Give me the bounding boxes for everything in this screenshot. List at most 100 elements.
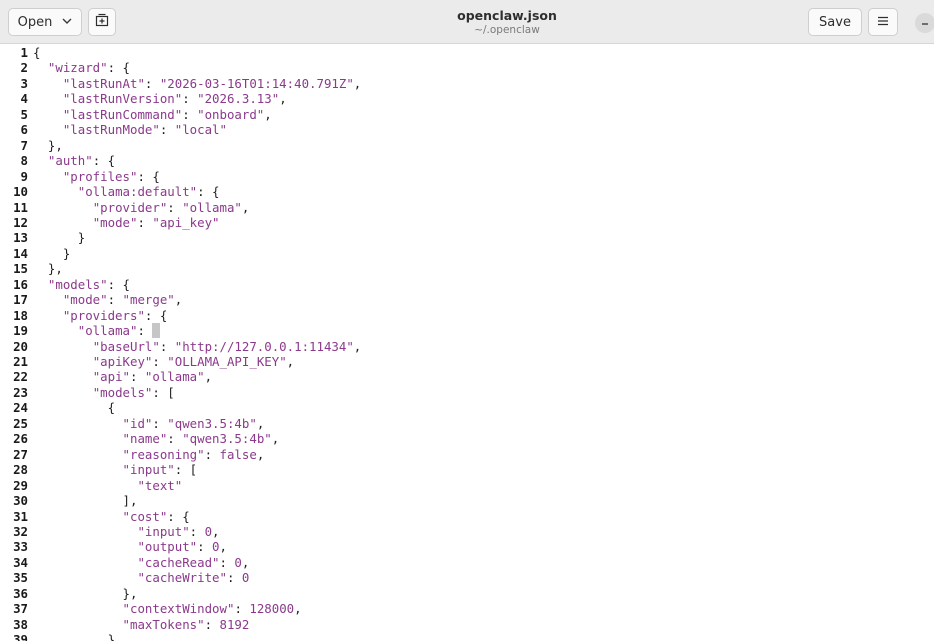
code-line[interactable]: 30 ],	[0, 493, 934, 508]
code-token: :	[137, 214, 153, 230]
code-line[interactable]: 39 }	[0, 632, 934, 641]
new-tab-button[interactable]	[88, 8, 116, 36]
code-line[interactable]: 37 "contextWindow": 128000,	[0, 601, 934, 616]
code-text: "ollama": {	[33, 323, 160, 339]
code-line[interactable]: 8 "auth": {	[0, 153, 934, 168]
code-token: :	[204, 616, 220, 632]
code-text: {	[33, 45, 40, 60]
code-line[interactable]: 25 "id": "qwen3.5:4b",	[0, 416, 934, 431]
code-line[interactable]: 38 "maxTokens": 8192	[0, 617, 934, 632]
code-line[interactable]: 16 "models": {	[0, 277, 934, 292]
code-text: "cacheWrite": 0	[33, 570, 249, 585]
code-line[interactable]: 4 "lastRunVersion": "2026.3.13",	[0, 91, 934, 106]
code-line[interactable]: 29 "text"	[0, 478, 934, 493]
code-token: ,	[353, 338, 362, 354]
code-line[interactable]: 5 "lastRunCommand": "onboard",	[0, 107, 934, 122]
code-token: "mode"	[92, 214, 138, 230]
code-text: "input": [	[33, 462, 198, 477]
code-line[interactable]: 23 "models": [	[0, 385, 934, 400]
code-line[interactable]: 24 {	[0, 400, 934, 415]
open-button[interactable]: Open	[8, 8, 82, 36]
code-token: "lastRunAt"	[62, 75, 145, 91]
code-text: "cacheRead": 0,	[33, 555, 249, 570]
code-line[interactable]: 11 "provider": "ollama",	[0, 200, 934, 215]
code-token: "models"	[47, 276, 108, 292]
code-text: },	[33, 586, 138, 601]
code-line[interactable]: 15 },	[0, 261, 934, 276]
code-line[interactable]: 19 "ollama": {	[0, 323, 934, 339]
minimize-icon	[920, 17, 930, 30]
code-line[interactable]: 22 "api": "ollama",	[0, 369, 934, 384]
code-line[interactable]: 33 "output": 0,	[0, 539, 934, 554]
line-number: 1	[20, 45, 28, 60]
code-line[interactable]: 31 "cost": {	[0, 509, 934, 524]
line-number: 9	[20, 168, 28, 184]
code-line[interactable]: 3 "lastRunAt": "2026-03-16T01:14:40.791Z…	[0, 76, 934, 91]
code-token: : {	[107, 276, 130, 292]
code-token: "2026-03-16T01:14:40.791Z"	[159, 75, 354, 91]
code-line[interactable]: 7 },	[0, 138, 934, 153]
code-token: ,	[174, 292, 183, 308]
line-number: 31	[13, 508, 28, 524]
code-token: :	[130, 369, 145, 385]
code-token: :	[167, 199, 183, 215]
line-number: 17	[13, 292, 28, 308]
line-number: 29	[13, 477, 28, 493]
code-token: :	[226, 570, 242, 586]
code-line[interactable]: 9 "profiles": {	[0, 169, 934, 184]
line-number: 5	[20, 106, 28, 122]
minimize-button[interactable]	[915, 13, 934, 33]
line-number: 14	[13, 245, 28, 261]
save-button[interactable]: Save	[808, 8, 862, 36]
line-number: 10	[13, 184, 28, 200]
code-line[interactable]: 34 "cacheRead": 0,	[0, 555, 934, 570]
code-line[interactable]: 12 "mode": "api_key"	[0, 215, 934, 230]
main-menu-button[interactable]	[868, 8, 898, 36]
code-line[interactable]: 26 "name": "qwen3.5:4b",	[0, 431, 934, 446]
code-token: :	[144, 75, 160, 91]
code-token: ],	[33, 493, 138, 509]
code-line[interactable]: 35 "cacheWrite": 0	[0, 570, 934, 585]
code-text: "text"	[33, 478, 182, 493]
code-token: :	[189, 523, 205, 539]
code-line[interactable]: 13 }	[0, 230, 934, 245]
code-token: "maxTokens"	[122, 616, 205, 632]
code-token: "models"	[92, 384, 153, 400]
code-token: ,	[279, 91, 287, 107]
code-token: "cost"	[122, 508, 168, 524]
line-number: 28	[13, 462, 28, 478]
code-line[interactable]: 36 },	[0, 586, 934, 601]
code-line[interactable]: 1{	[0, 45, 934, 60]
code-line[interactable]: 32 "input": 0,	[0, 524, 934, 539]
code-line[interactable]: 6 "lastRunMode": "local"	[0, 122, 934, 137]
code-token: : {	[137, 168, 160, 184]
code-line[interactable]: 28 "input": [	[0, 462, 934, 477]
code-line[interactable]: 18 "providers": {	[0, 308, 934, 323]
code-line[interactable]: 21 "apiKey": "OLLAMA_API_KEY",	[0, 354, 934, 369]
code-token: : {	[144, 307, 168, 323]
code-line[interactable]: 2 "wizard": {	[0, 60, 934, 75]
code-token: "ollama:default"	[77, 184, 198, 200]
code-token: ,	[353, 75, 362, 91]
code-line[interactable]: 10 "ollama:default": {	[0, 184, 934, 199]
code-line[interactable]: 27 "reasoning": false,	[0, 447, 934, 462]
code-token: :	[137, 323, 153, 339]
code-token: "id"	[122, 415, 153, 431]
code-editor[interactable]: 1{2 "wizard": {3 "lastRunAt": "2026-03-1…	[0, 44, 934, 641]
line-number: 27	[13, 446, 28, 462]
code-line[interactable]: 20 "baseUrl": "http://127.0.0.1:11434",	[0, 339, 934, 354]
save-button-label: Save	[819, 14, 851, 30]
code-token: "ollama"	[144, 369, 205, 385]
code-token: "onboard"	[197, 106, 265, 122]
code-line[interactable]: 17 "mode": "merge",	[0, 292, 934, 307]
code-line[interactable]: 14 }	[0, 246, 934, 261]
